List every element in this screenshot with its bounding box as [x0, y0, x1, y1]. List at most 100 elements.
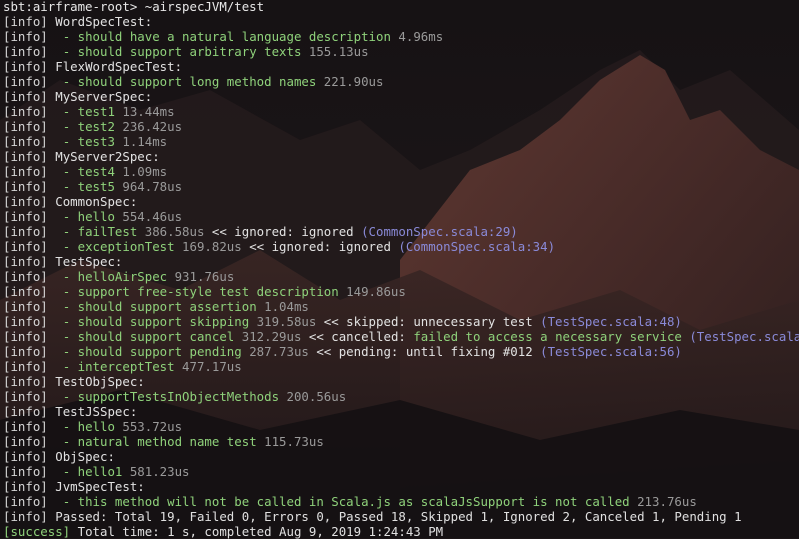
- test-name: - hello1: [55, 464, 123, 479]
- test-name: - test1: [55, 104, 115, 119]
- info-tag: [info]: [3, 434, 48, 449]
- shell-prompt-line: sbt:airframe-root> ~airspecJVM/test: [3, 0, 799, 14]
- test-name: - should have a natural language descrip…: [55, 29, 391, 44]
- source-location: (CommonSpec.scala:29): [361, 224, 518, 239]
- test-name: - should support cancel: [55, 329, 235, 344]
- info-tag: [info]: [3, 449, 48, 464]
- test-result-line: [info] - helloAirSpec 931.76us: [3, 269, 799, 284]
- test-status-note: << ignored: ignored: [241, 239, 399, 254]
- suite-name: MyServerSpec:: [55, 89, 153, 104]
- suite-name: TestSpec:: [55, 254, 123, 269]
- test-duration: 1.09ms: [114, 164, 168, 179]
- test-result-line: [info] - should support assertion 1.04ms: [3, 299, 799, 314]
- test-duration: 149.86us: [338, 284, 406, 299]
- test-duration: 554.46us: [114, 209, 183, 224]
- test-duration: 213.76us: [629, 494, 697, 509]
- suite-line: [info] WordSpecTest:: [3, 14, 799, 29]
- test-duration: 115.73us: [256, 434, 324, 449]
- test-result-line: [info] - interceptTest 477.17us: [3, 359, 799, 374]
- suite-name: CommonSpec:: [55, 194, 138, 209]
- test-name: - test2: [55, 119, 115, 134]
- test-duration: 319.58us: [249, 314, 317, 329]
- test-status-note: << skipped: unnecessary test: [316, 314, 541, 329]
- summary-line: [info] Passed: Total 19, Failed 0, Error…: [3, 509, 799, 524]
- test-result-line: [info] - test3 1.14ms: [3, 134, 799, 149]
- test-result-line: [info] - natural method name test 115.73…: [3, 434, 799, 449]
- test-duration: 4.96ms: [390, 29, 444, 44]
- info-tag: [info]: [3, 209, 48, 224]
- test-name: - supportTestsInObjectMethods: [55, 389, 280, 404]
- info-tag: [info]: [3, 179, 48, 194]
- test-result-line: [info] - test1 13.44ms: [3, 104, 799, 119]
- test-result-line: [info] - should support cancel 312.29us …: [3, 329, 799, 344]
- suite-line: [info] MyServer2Spec:: [3, 149, 799, 164]
- info-tag: [info]: [3, 359, 48, 374]
- test-name: - hello: [55, 419, 115, 434]
- success-tag: [success]: [3, 524, 71, 539]
- test-result-line: [info] - should support long method name…: [3, 74, 799, 89]
- info-tag: [info]: [3, 479, 48, 494]
- cancel-reason: failed to access a necessary service: [413, 329, 690, 344]
- test-duration: 169.82us: [174, 239, 242, 254]
- test-name: - interceptTest: [55, 359, 175, 374]
- source-location: (TestSpec.scala:56): [540, 344, 682, 359]
- test-result-line: [info] - test5 964.78us: [3, 179, 799, 194]
- test-duration: 964.78us: [114, 179, 183, 194]
- suite-line: [info] TestJSSpec:: [3, 404, 799, 419]
- test-result-line: [info] - failTest 386.58us << ignored: i…: [3, 224, 799, 239]
- test-status-note: << cancelled:: [301, 329, 414, 344]
- info-tag: [info]: [3, 419, 48, 434]
- test-name: - exceptionTest: [55, 239, 175, 254]
- test-result-line: [info] - hello 554.46us: [3, 209, 799, 224]
- info-tag: [info]: [3, 134, 48, 149]
- test-result-line: [info] - test2 236.42us: [3, 119, 799, 134]
- test-status-note: << ignored: ignored: [204, 224, 362, 239]
- test-result-line: [info] - should have a natural language …: [3, 29, 799, 44]
- suite-line: [info] ObjSpec:: [3, 449, 799, 464]
- info-tag: [info]: [3, 329, 48, 344]
- info-tag: [info]: [3, 89, 48, 104]
- test-duration: 553.72us: [114, 419, 183, 434]
- test-name: - should support arbitrary texts: [55, 44, 302, 59]
- test-duration: 155.13us: [301, 44, 369, 59]
- info-tag: [info]: [3, 59, 48, 74]
- info-tag: [info]: [3, 239, 48, 254]
- test-duration: 1.04ms: [256, 299, 309, 314]
- suite-name: TestJSSpec:: [55, 404, 138, 419]
- info-tag: [info]: [3, 164, 48, 179]
- info-tag: [info]: [3, 224, 48, 239]
- test-result-line: [info] - should support pending 287.73us…: [3, 344, 799, 359]
- test-duration: 581.23us: [122, 464, 190, 479]
- success-line: [success] Total time: 1 s, completed Aug…: [3, 524, 799, 539]
- info-tag: [info]: [3, 29, 48, 44]
- test-duration: 386.58us: [137, 224, 205, 239]
- info-tag: [info]: [3, 509, 48, 524]
- source-location: (TestSpec.scala:52): [689, 329, 799, 344]
- suite-name: ObjSpec:: [55, 449, 115, 464]
- test-result-line: [info] - hello 553.72us: [3, 419, 799, 434]
- shell-prompt: sbt:airframe-root> ~airspecJVM/test: [3, 0, 265, 14]
- info-tag: [info]: [3, 254, 48, 269]
- source-location: (TestSpec.scala:48): [540, 314, 682, 329]
- suite-name: JvmSpecTest:: [55, 479, 145, 494]
- test-duration: 236.42us: [114, 119, 183, 134]
- test-name: - failTest: [55, 224, 138, 239]
- source-location: (CommonSpec.scala:34): [398, 239, 556, 254]
- info-tag: [info]: [3, 344, 48, 359]
- terminal-output: sbt:airframe-root> ~airspecJVM/test [inf…: [3, 0, 799, 539]
- info-tag: [info]: [3, 374, 48, 389]
- info-tag: [info]: [3, 494, 48, 509]
- test-duration: 931.76us: [167, 269, 235, 284]
- info-tag: [info]: [3, 299, 48, 314]
- test-result-line: [info] - support free-style test descrip…: [3, 284, 799, 299]
- suite-name: TestObjSpec:: [55, 374, 145, 389]
- summary-text: Passed: Total 19, Failed 0, Errors 0, Pa…: [55, 509, 742, 524]
- info-tag: [info]: [3, 404, 48, 419]
- test-duration: 13.44ms: [114, 104, 175, 119]
- suite-line: [info] MyServerSpec:: [3, 89, 799, 104]
- test-name: - should support pending: [55, 344, 242, 359]
- test-name: - should support skipping: [55, 314, 250, 329]
- test-status-note: << pending: until fixing #012: [308, 344, 541, 359]
- info-tag: [info]: [3, 44, 48, 59]
- test-duration: 287.73us: [241, 344, 309, 359]
